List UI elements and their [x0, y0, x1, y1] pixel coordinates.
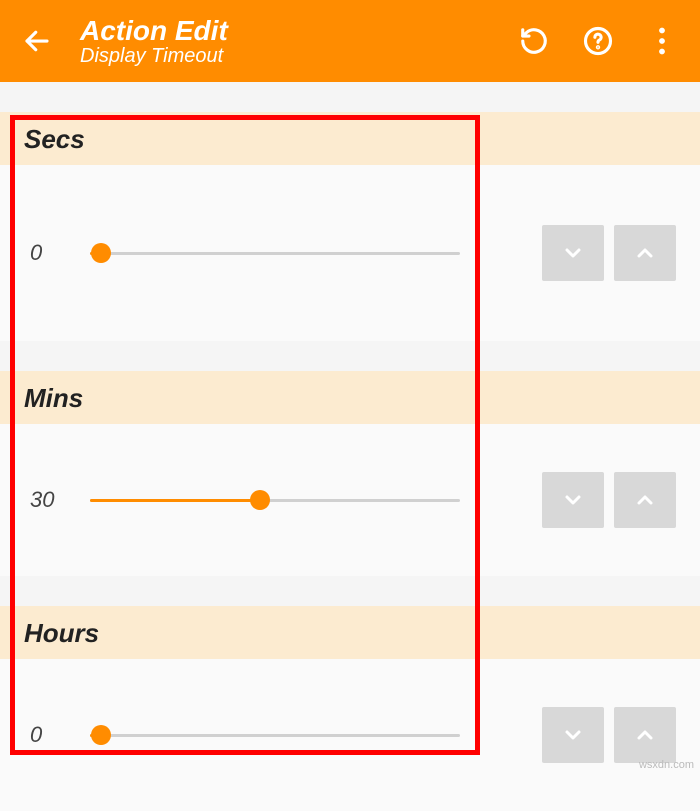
hours-body: 0	[0, 659, 700, 811]
hours-header: Hours	[0, 606, 700, 659]
app-header: Action Edit Display Timeout	[0, 0, 700, 82]
header-actions	[508, 15, 688, 67]
help-button[interactable]	[572, 15, 624, 67]
hours-decrease-button[interactable]	[542, 707, 604, 763]
mins-steppers	[542, 472, 676, 528]
chevron-up-icon	[633, 723, 657, 747]
undo-icon	[519, 26, 549, 56]
hours-slider-track	[90, 734, 460, 737]
mins-increase-button[interactable]	[614, 472, 676, 528]
secs-header: Secs	[0, 112, 700, 165]
chevron-down-icon	[561, 723, 585, 747]
chevron-down-icon	[561, 241, 585, 265]
content-area: Secs 0 Mins 30	[0, 112, 700, 811]
back-button[interactable]	[12, 16, 62, 66]
hours-slider-thumb[interactable]	[91, 725, 111, 745]
watermark-text: wsxdn.com	[639, 759, 694, 771]
page-subtitle: Display Timeout	[80, 45, 508, 68]
menu-button[interactable]	[636, 15, 688, 67]
secs-steppers	[542, 225, 676, 281]
secs-slider[interactable]	[90, 243, 460, 263]
chevron-up-icon	[633, 241, 657, 265]
page-title: Action Edit	[80, 15, 508, 47]
help-icon	[583, 26, 613, 56]
more-vert-icon	[658, 27, 666, 55]
secs-body: 0	[0, 165, 700, 341]
secs-increase-button[interactable]	[614, 225, 676, 281]
mins-value: 30	[30, 487, 70, 513]
secs-decrease-button[interactable]	[542, 225, 604, 281]
hours-steppers	[542, 707, 676, 763]
chevron-down-icon	[561, 488, 585, 512]
hours-value: 0	[30, 722, 70, 748]
secs-slider-track	[90, 252, 460, 255]
secs-slider-thumb[interactable]	[91, 243, 111, 263]
mins-decrease-button[interactable]	[542, 472, 604, 528]
mins-slider-thumb[interactable]	[250, 490, 270, 510]
header-text-block: Action Edit Display Timeout	[80, 15, 508, 68]
chevron-up-icon	[633, 488, 657, 512]
mins-body: 30	[0, 424, 700, 576]
mins-slider-fill	[90, 499, 260, 502]
secs-value: 0	[30, 240, 70, 266]
hours-increase-button[interactable]	[614, 707, 676, 763]
undo-button[interactable]	[508, 15, 560, 67]
mins-slider[interactable]	[90, 490, 460, 510]
hours-slider[interactable]	[90, 725, 460, 745]
arrow-left-icon	[22, 26, 52, 56]
mins-header: Mins	[0, 371, 700, 424]
